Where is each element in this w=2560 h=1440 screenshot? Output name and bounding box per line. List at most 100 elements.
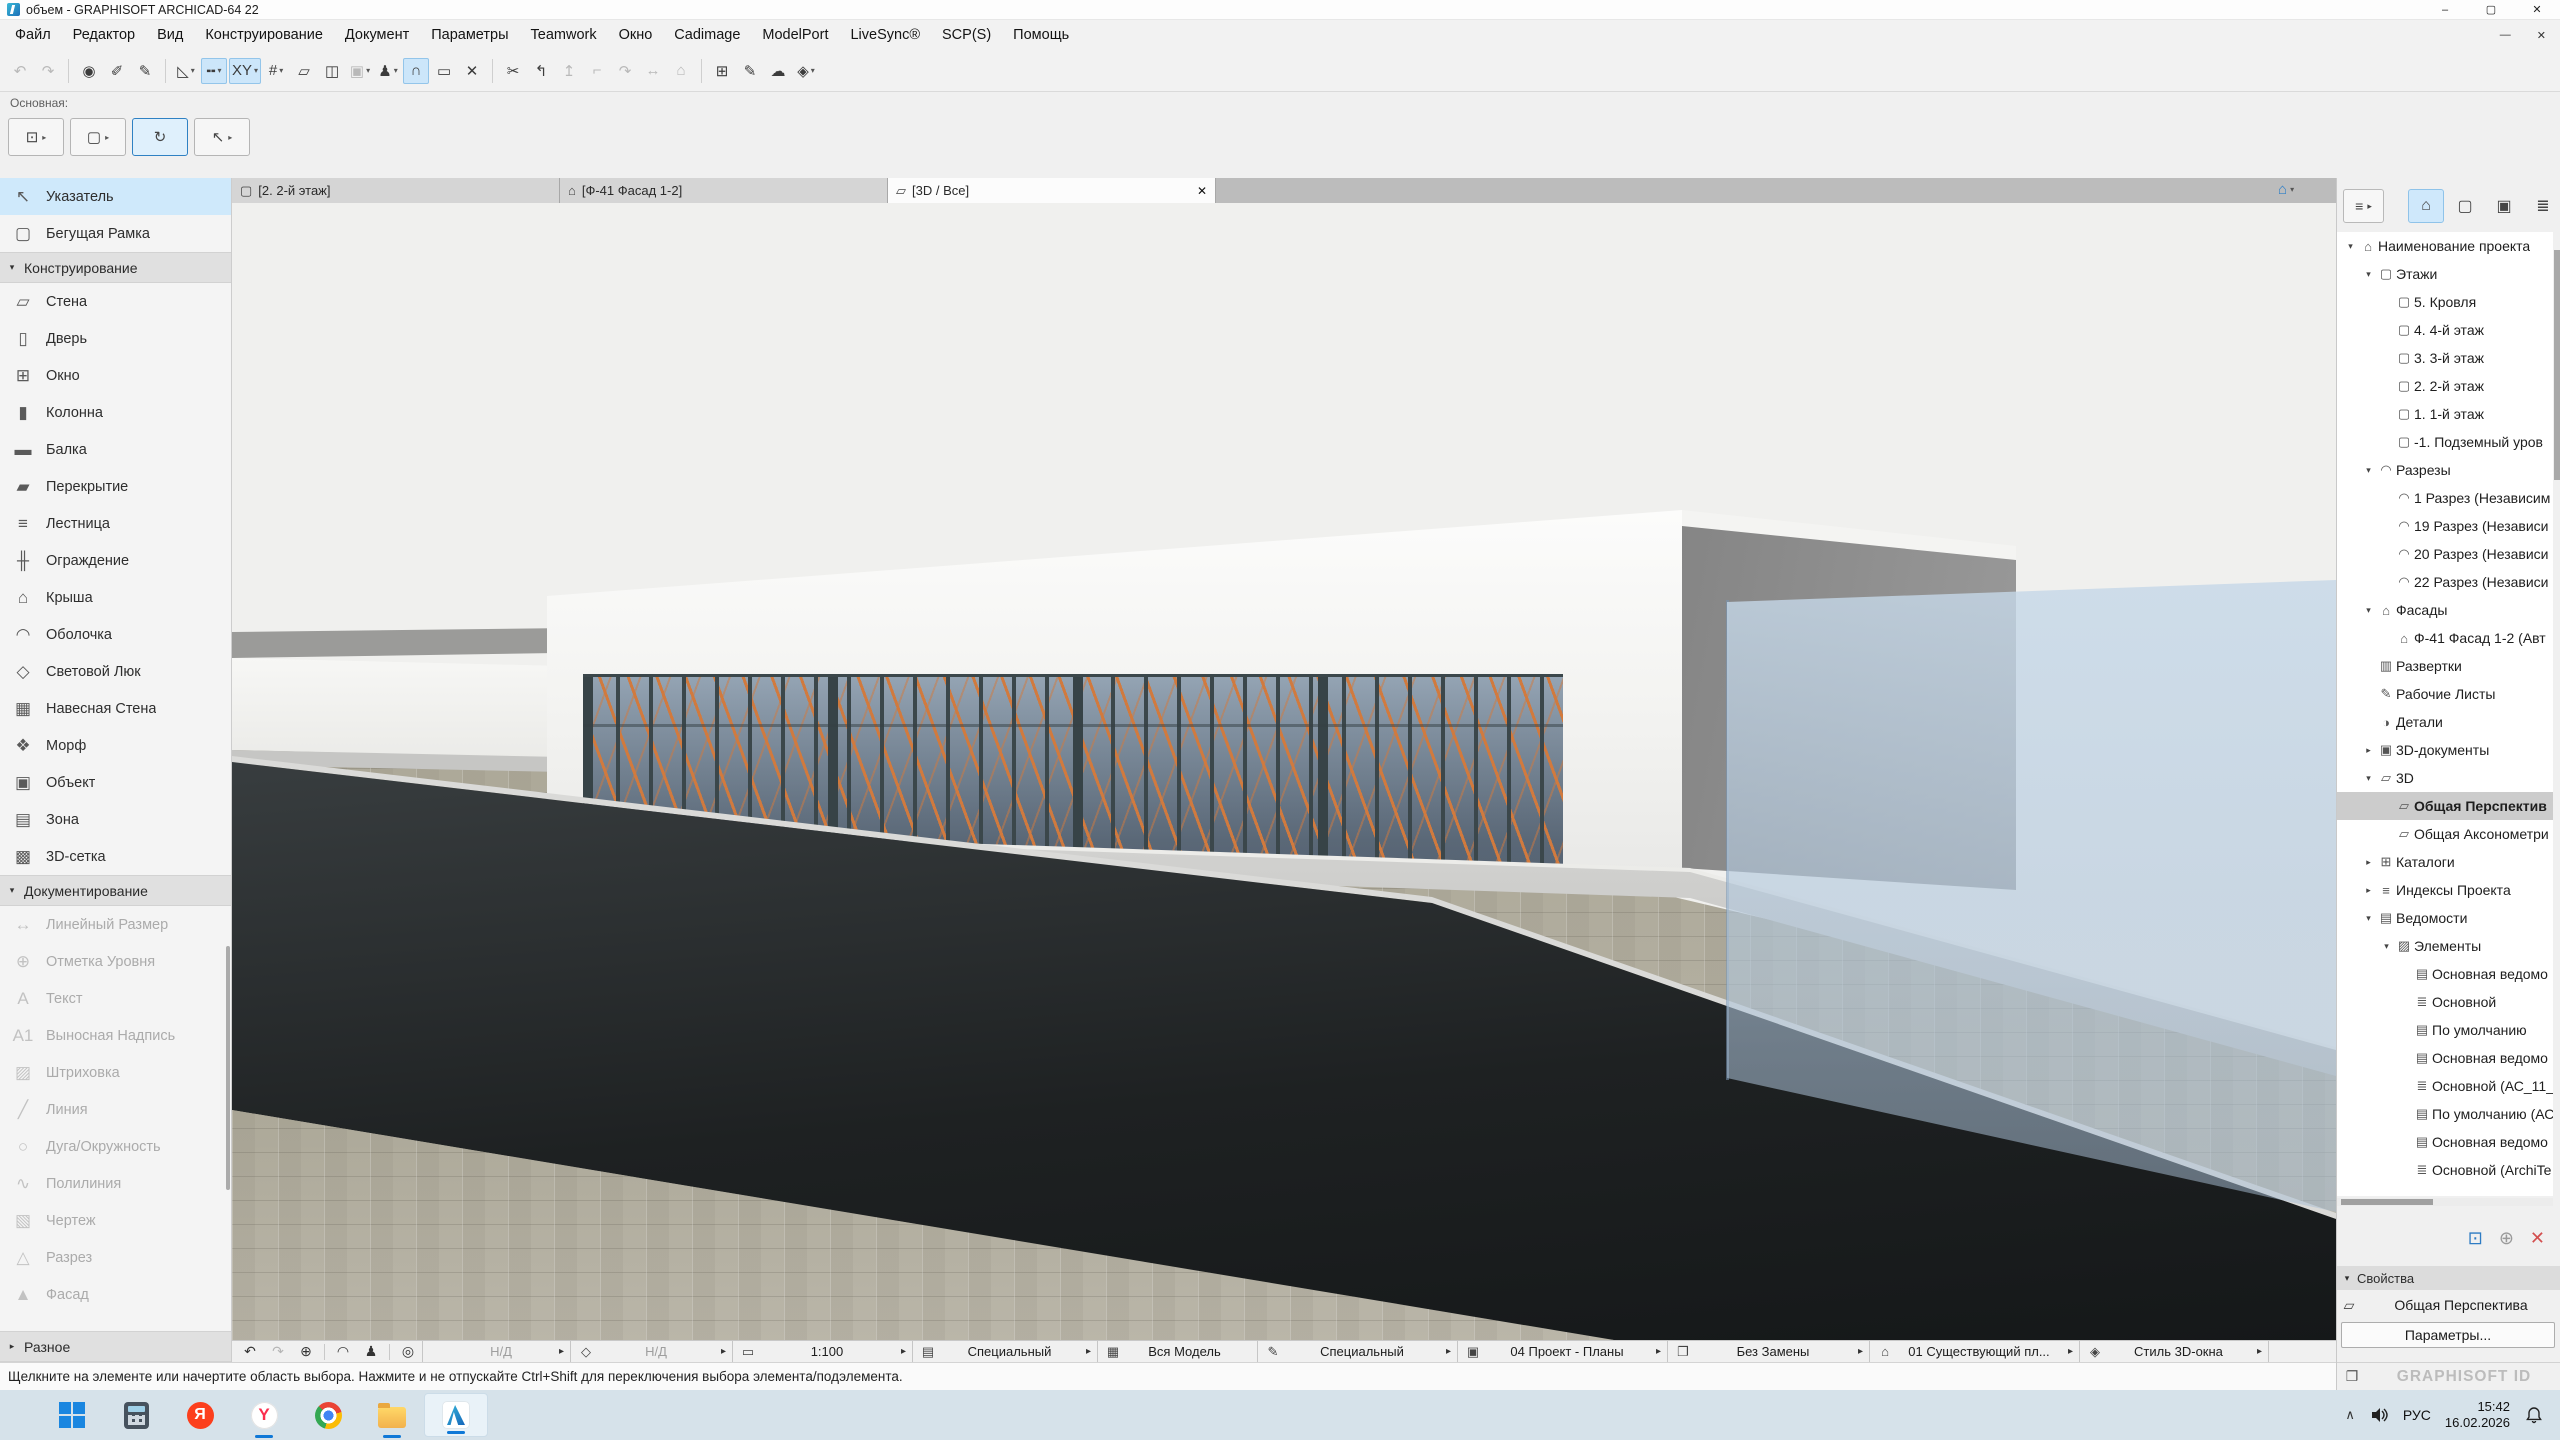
tool-Линейный Размер[interactable]: ↔Линейный Размер <box>0 906 231 943</box>
tree-item-1. 1-й этаж[interactable]: ▢1. 1-й этаж <box>2337 400 2553 428</box>
viewpoint-settings-icon[interactable]: ⊡ <box>2468 1228 2483 1249</box>
tree-item-Наименование проекта[interactable]: ▾⌂Наименование проекта <box>2337 232 2553 260</box>
menu-Cadimage[interactable]: Cadimage <box>663 20 751 50</box>
windows-stack-icon[interactable]: ❐ <box>2337 1368 2367 1385</box>
toolbar-icon-22[interactable]: ⌐ <box>584 58 610 84</box>
tool-Световой Люк[interactable]: ◇Световой Люк <box>0 653 231 690</box>
menu-Редактор[interactable]: Редактор <box>62 20 146 50</box>
properties-section-header[interactable]: ▾ Свойства <box>2337 1266 2560 1290</box>
tree-item-4. 4-й этаж[interactable]: ▢4. 4-й этаж <box>2337 316 2553 344</box>
tool-Дуга/Окружность[interactable]: ○Дуга/Окружность <box>0 1128 231 1165</box>
tree-item-Общая Аксонометри[interactable]: ▱Общая Аксонометри <box>2337 820 2553 848</box>
tool-Лестница[interactable]: ≡Лестница <box>0 505 231 542</box>
tool-Отметка Уровня[interactable]: ⊕Отметка Уровня <box>0 943 231 980</box>
hidden-icons-chevron[interactable]: ∧ <box>2345 1407 2355 1423</box>
taskbar-app-start[interactable] <box>40 1390 104 1440</box>
delete-viewpoint-icon[interactable]: ✕ <box>2530 1228 2545 1249</box>
palette-section-Конструирование[interactable]: ▾Конструирование <box>0 252 231 283</box>
quick-option-Вся Модель[interactable]: ▦Вся Модель <box>1097 1341 1257 1363</box>
quick-option-04 Проект - Планы[interactable]: ▣04 Проект - Планы▸ <box>1457 1341 1667 1363</box>
new-viewpoint-icon[interactable]: ⊕ <box>2499 1228 2514 1249</box>
3d-viewport[interactable] <box>232 196 2336 1340</box>
toolbar-icon-13[interactable]: ▣▾ <box>347 58 373 84</box>
tree-item-2. 2-й этаж[interactable]: ▢2. 2-й этаж <box>2337 372 2553 400</box>
tool-Бегущая Рамка[interactable]: ▢Бегущая Рамка <box>0 215 231 252</box>
selection-tool-button-3[interactable]: ↖▸ <box>194 118 250 156</box>
menu-ModelPort[interactable]: ModelPort <box>751 20 839 50</box>
taskbar-app-archicad[interactable] <box>424 1393 488 1437</box>
quick-option-Специальный[interactable]: ✎Специальный▸ <box>1257 1341 1457 1363</box>
selection-tool-button-2[interactable]: ↻ <box>132 118 188 156</box>
tree-item-3D[interactable]: ▾▱3D <box>2337 764 2553 792</box>
tool-Объект[interactable]: ▣Объект <box>0 764 231 801</box>
toolbar-icon-21[interactable]: ↥ <box>556 58 582 84</box>
tool-Стена[interactable]: ▱Стена <box>0 283 231 320</box>
tree-item-Развертки[interactable]: ▥Развертки <box>2337 652 2553 680</box>
taskbar-app-yandex-browser[interactable]: Y <box>232 1390 296 1440</box>
tree-item-Рабочие Листы[interactable]: ✎Рабочие Листы <box>2337 680 2553 708</box>
menu-SCP(S)[interactable]: SCP(S) <box>931 20 1002 50</box>
tool-Колонна[interactable]: ▮Колонна <box>0 394 231 431</box>
palette-section-Документирование[interactable]: ▾Документирование <box>0 875 231 906</box>
tree-item-Ведомости[interactable]: ▾▤Ведомости <box>2337 904 2553 932</box>
tool-Текст[interactable]: AТекст <box>0 980 231 1017</box>
keyboard-language[interactable]: РУС <box>2403 1407 2431 1423</box>
taskbar-clock[interactable]: 15:42 16.02.2026 <box>2445 1399 2510 1431</box>
tree-item-Детали[interactable]: ◑Детали <box>2337 708 2553 736</box>
taskbar-app-calculator[interactable] <box>104 1390 168 1440</box>
toolbar-icon-15[interactable]: ∩ <box>403 58 429 84</box>
quick-option-Без Замены[interactable]: ❐Без Замены▸ <box>1667 1341 1869 1363</box>
tree-item-Основной (АС_11_[interactable]: ≣Основной (АС_11_ <box>2337 1072 2553 1100</box>
tree-item-5. Кровля[interactable]: ▢5. Кровля <box>2337 288 2553 316</box>
quick-option-01 Существующий пл...[interactable]: ⌂01 Существующий пл...▸ <box>1869 1341 2079 1363</box>
tree-item-Элементы[interactable]: ▾▨Элементы <box>2337 932 2553 960</box>
tree-item-Этажи[interactable]: ▾▢Этажи <box>2337 260 2553 288</box>
settings-button[interactable]: Параметры... <box>2341 1322 2555 1348</box>
navigator-map-tab-3[interactable]: ≣ <box>2525 189 2560 223</box>
tree-item-Основная ведомо[interactable]: ▤Основная ведомо <box>2337 1128 2553 1156</box>
tool-Указатель[interactable]: ↖Указатель <box>0 178 231 215</box>
quick-option-Н/Д[interactable]: Н/Д▸ <box>422 1341 570 1363</box>
bottombar-nav-icon-1[interactable]: ↷ <box>264 1343 292 1360</box>
tree-item-19 Разрез (Независи[interactable]: ◠19 Разрез (Независи <box>2337 512 2553 540</box>
bottombar-nav-icon-7[interactable]: ◎ <box>394 1343 422 1360</box>
toolbar-icon-14[interactable]: ♟▾ <box>375 58 401 84</box>
toolbar-icon-25[interactable]: ⌂ <box>668 58 694 84</box>
close-button[interactable]: ✕ <box>2514 0 2560 19</box>
toolbar-icon-7[interactable]: ◺▾ <box>173 58 199 84</box>
tool-Навесная Стена[interactable]: ▦Навесная Стена <box>0 690 231 727</box>
toolbar-icon-23[interactable]: ↷ <box>612 58 638 84</box>
menu-Teamwork[interactable]: Teamwork <box>520 20 608 50</box>
selection-tool-button-1[interactable]: ▢▸ <box>70 118 126 156</box>
bottombar-nav-icon-0[interactable]: ↶ <box>236 1343 264 1360</box>
tree-horizontal-scrollbar[interactable] <box>2337 1198 2553 1206</box>
scroll-thumb[interactable] <box>2554 250 2560 480</box>
tool-Перекрытие[interactable]: ▰Перекрытие <box>0 468 231 505</box>
tree-item-Разрезы[interactable]: ▾◠Разрезы <box>2337 456 2553 484</box>
tool-Крыша[interactable]: ⌂Крыша <box>0 579 231 616</box>
menu-Параметры[interactable]: Параметры <box>420 20 519 50</box>
tree-vertical-scrollbar[interactable] <box>2553 232 2560 1196</box>
maximize-button[interactable]: ▢ <box>2468 0 2514 19</box>
view-tab-2[interactable]: ▱[3D / Все]✕ <box>888 178 1216 203</box>
menu-Документ[interactable]: Документ <box>334 20 420 50</box>
tree-item-Основной (ArchiTe[interactable]: ≣Основной (ArchiTe <box>2337 1156 2553 1184</box>
toolbar-icon-3[interactable]: ◉ <box>76 58 102 84</box>
graphisoft-id-label[interactable]: GRAPHISOFT ID <box>2367 1368 2560 1386</box>
tree-item-Индексы Проекта[interactable]: ▸≡Индексы Проекта <box>2337 876 2553 904</box>
tool-Разрез[interactable]: △Разрез <box>0 1239 231 1276</box>
navigator-map-tab-2[interactable]: ▣ <box>2486 189 2522 223</box>
tree-item-Основная ведомо[interactable]: ▤Основная ведомо <box>2337 960 2553 988</box>
tree-item-По умолчанию[interactable]: ▤По умолчанию <box>2337 1016 2553 1044</box>
tree-item-22 Разрез (Независи[interactable]: ◠22 Разрез (Независи <box>2337 568 2553 596</box>
taskbar-app-explorer[interactable] <box>360 1390 424 1440</box>
tree-item-3. 3-й этаж[interactable]: ▢3. 3-й этаж <box>2337 344 2553 372</box>
menu-Вид[interactable]: Вид <box>146 20 194 50</box>
palette-section-Разное[interactable]: ▸Разное <box>0 1331 231 1362</box>
toolbar-icon-20[interactable]: ↰ <box>528 58 554 84</box>
menu-Окно[interactable]: Окно <box>608 20 664 50</box>
menu-Помощь[interactable]: Помощь <box>1002 20 1080 50</box>
taskbar-app-chrome[interactable] <box>296 1390 360 1440</box>
navigator-map-tab-0[interactable]: ⌂ <box>2408 189 2444 223</box>
tool-3D-сетка[interactable]: ▩3D-сетка <box>0 838 231 875</box>
